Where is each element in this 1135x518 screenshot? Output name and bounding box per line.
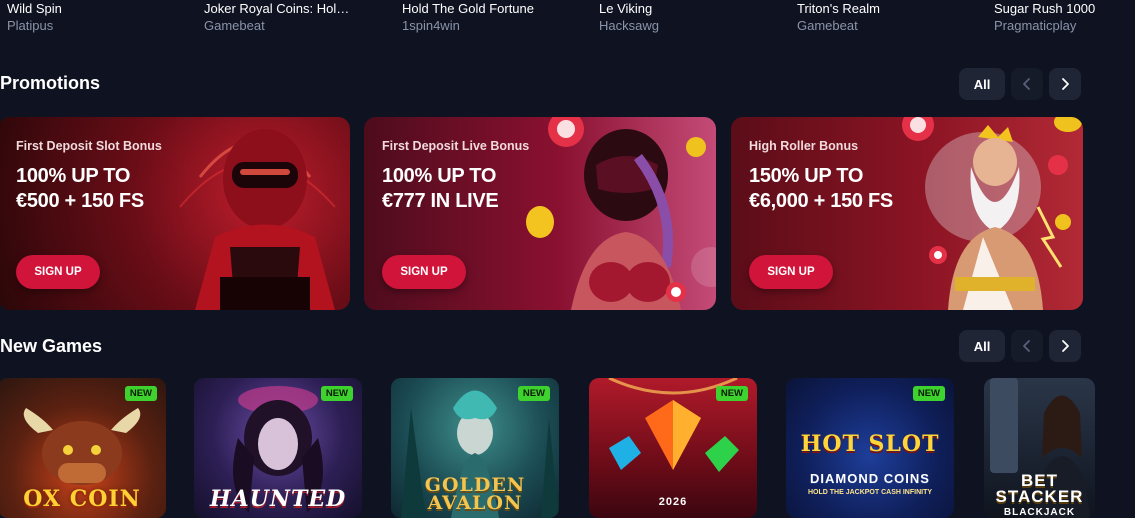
new-games-all-button[interactable]: All [959,330,1005,362]
game-subtitle: DIAMOND COINS [810,471,930,486]
game-tile-hot-slot[interactable]: HOT SLOT DIAMOND COINS HOLD THE JACKPOT … [786,378,954,518]
new-badge: NEW [517,386,550,401]
racer-illustration [179,129,336,310]
game-title: HAUNTED [209,486,347,512]
game-tile-ox-coin[interactable]: NEW OX COIN [0,378,166,518]
promo-card-live-bonus[interactable]: First Deposit Live Bonus 100% UP TO €777… [364,117,716,310]
new-games-nav: All [959,330,1081,362]
game-provider: 1spin4win [402,18,460,33]
sign-up-button[interactable]: SIGN UP [382,255,466,289]
game-link-sugar-rush[interactable]: Sugar Rush 1000 Pragmaticplay [994,1,1124,35]
zeus-illustration [902,117,1082,310]
game-title: Wild Spin [7,1,62,16]
chevron-left-icon [1023,78,1030,90]
game-title: Joker Royal Coins: Hold... [204,1,354,16]
promo-label: First Deposit Slot Bonus [16,139,162,153]
promotions-next-button[interactable] [1049,68,1081,100]
recent-games-strip: Wild Spin Platipus Joker Royal Coins: Ho… [0,0,1135,40]
promo-label: High Roller Bonus [749,139,859,153]
game-provider: Gamebeat [204,18,265,33]
game-subtitle: BLACKJACK [1003,507,1076,518]
game-title: BET STACKER [995,471,1084,506]
chevron-right-icon [1062,78,1069,90]
promo-headline: 150% UP TO €6,000 + 150 FS [749,165,893,212]
game-provider: Hacksawg [599,18,659,33]
sign-up-button[interactable]: SIGN UP [749,255,833,289]
game-title: OX COIN [23,486,141,512]
game-tile-bet-stacker[interactable]: BET STACKER BLACKJACK [984,378,1095,518]
promo-headline: 100% UP TO €500 + 150 FS [16,165,144,212]
promo-label: First Deposit Live Bonus [382,139,530,153]
promotions-title: Promotions [0,73,101,93]
game-title: HOT SLOT [800,431,940,457]
promotions-all-button[interactable]: All [959,68,1005,100]
game-provider: Gamebeat [797,18,858,33]
game-title: Le Viking [599,1,653,16]
game-tile-2026[interactable]: NEW 2026 [589,378,757,518]
game-link-wild-spin[interactable]: Wild Spin Platipus [7,1,197,35]
sign-up-button[interactable]: SIGN UP [16,255,100,289]
game-title: 2026 [658,496,688,508]
new-games-prev-button[interactable] [1011,330,1043,362]
game-title: Hold The Gold Fortune [402,1,534,16]
new-badge: NEW [124,386,157,401]
game-title: Triton's Realm [797,1,880,16]
game-provider: Platipus [7,18,54,33]
promotions-nav: All [959,68,1081,100]
game-tagline: HOLD THE JACKPOT CASH INFINITY [807,489,933,496]
game-tile-golden-avalon[interactable]: NEW GOLDEN AVALON [391,378,559,518]
game-link-joker-royal-coins[interactable]: Joker Royal Coins: Hold... Gamebeat [204,1,354,35]
chevron-left-icon [1023,340,1030,352]
game-provider: Pragmaticplay [994,18,1077,33]
helmet-woman-illustration [526,117,716,310]
game-link-tritons-realm[interactable]: Triton's Realm Gamebeat [797,1,987,35]
game-title: Sugar Rush 1000 [994,1,1096,16]
new-badge: NEW [320,386,353,401]
promo-headline: 100% UP TO €777 IN LIVE [382,165,499,212]
game-link-hold-the-gold[interactable]: Hold The Gold Fortune 1spin4win [402,1,592,35]
promotions-prev-button[interactable] [1011,68,1043,100]
promo-card-slot-bonus[interactable]: First Deposit Slot Bonus 100% UP TO €500… [0,117,350,310]
new-badge: NEW [912,386,945,401]
new-badge: NEW [715,386,748,401]
game-link-le-viking[interactable]: Le Viking Hacksawg [599,1,789,35]
game-tile-haunted[interactable]: NEW HAUNTED [194,378,362,518]
chevron-right-icon [1062,340,1069,352]
promo-card-high-roller[interactable]: High Roller Bonus 150% UP TO €6,000 + 15… [731,117,1083,310]
new-games-title: New Games [0,336,103,356]
new-games-next-button[interactable] [1049,330,1081,362]
